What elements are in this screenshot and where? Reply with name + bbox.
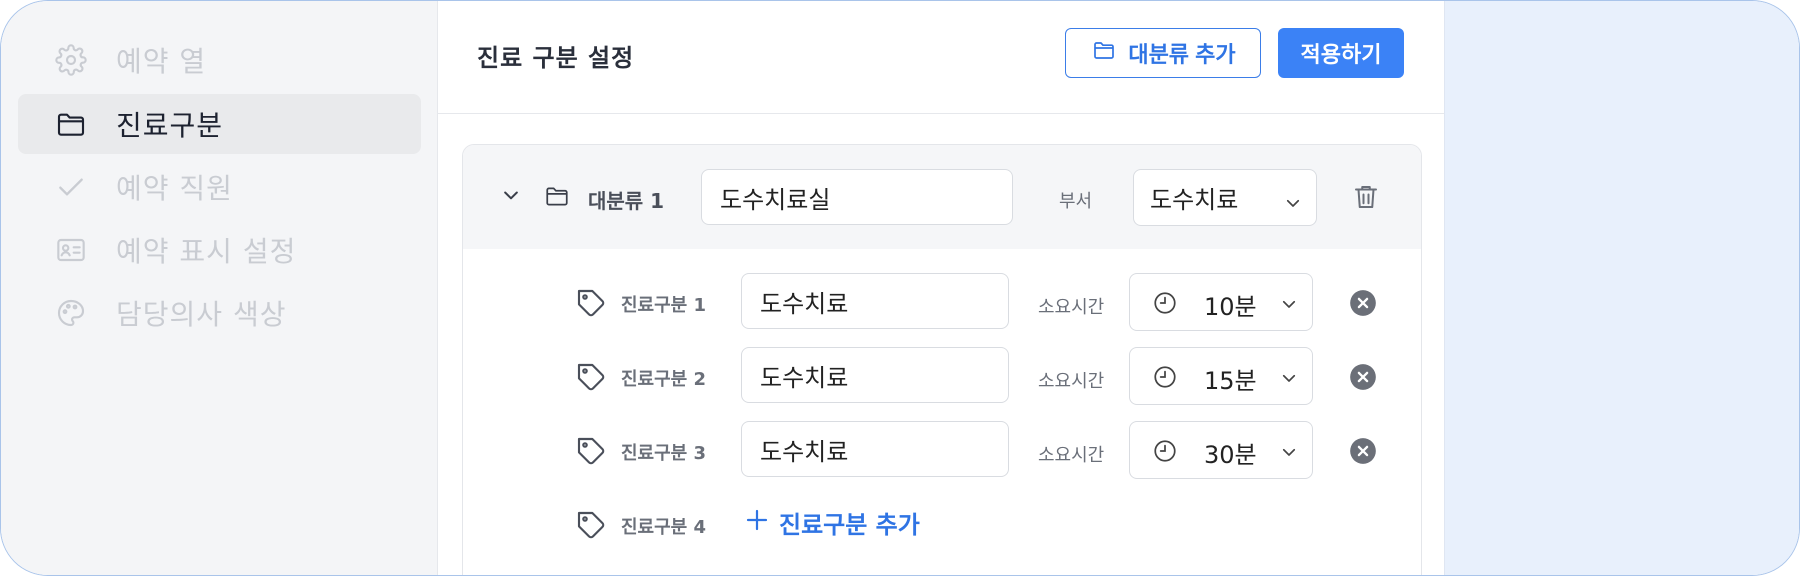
plus-icon [745,508,769,538]
main-content: 진료 구분 설정 대분류 추가 적용하기 대분류 1 도수치료실 부서 도수치료… [438,1,1444,575]
tag-icon [575,361,607,397]
duration-select[interactable]: 15분 [1129,347,1313,405]
duration-select[interactable]: 30분 [1129,421,1313,479]
add-treatment-row: 진료구분 4 진료구분 추가 [463,495,1421,555]
clock-icon [1152,290,1178,320]
treatment-name-value: 도수치료 [760,363,849,392]
chevron-down-icon[interactable] [501,185,521,209]
category-name-input[interactable]: 도수치료실 [701,169,1013,225]
clock-icon [1152,364,1178,394]
duration-value: 15분 [1204,367,1257,395]
treatment-row: 진료구분 3 도수치료 소요시간 30분 [463,421,1421,481]
sidebar-item-label: 예약 직원 [116,172,233,205]
add-treatment-label: 진료구분 추가 [779,511,920,539]
chevron-down-icon [1280,295,1298,317]
treatment-label: 진료구분 3 [621,443,707,464]
sidebar: 예약 열 진료구분 예약 직원 예약 표시 설정 담당의사 색상 [1,1,438,575]
clock-icon [1152,438,1178,468]
sidebar-item-label: 진료구분 [116,109,224,142]
sidebar-item-treatment-category[interactable]: 진료구분 [18,94,421,154]
department-value: 도수치료 [1150,186,1239,214]
department-select[interactable]: 도수치료 [1133,169,1317,226]
duration-label: 소요시간 [1038,371,1105,392]
category-label: 대분류 1 [588,189,665,213]
remove-icon[interactable] [1349,363,1377,395]
treatment-name-input[interactable]: 도수치료 [741,273,1009,329]
treatment-name-input[interactable]: 도수치료 [741,347,1009,403]
header: 진료 구분 설정 대분류 추가 적용하기 [438,1,1444,114]
check-icon [52,168,90,206]
add-treatment-button[interactable]: 진료구분 추가 [745,505,920,540]
treatment-name-value: 도수치료 [760,289,849,318]
tag-icon [575,287,607,323]
palette-icon [52,294,90,332]
sidebar-item-label: 담당의사 색상 [116,298,287,331]
treatment-row: 진료구분 2 도수치료 소요시간 15분 [463,347,1421,407]
treatment-label: 진료구분 1 [621,295,707,316]
page-title: 진료 구분 설정 [477,44,635,72]
category-header: 대분류 1 도수치료실 부서 도수치료 [463,145,1421,249]
remove-icon[interactable] [1349,289,1377,321]
apply-button[interactable]: 적용하기 [1278,28,1404,78]
tag-icon [575,509,607,545]
gear-icon [52,41,90,79]
id-card-icon [52,231,90,269]
duration-label: 소요시간 [1038,445,1105,466]
sidebar-item-reservation-columns[interactable]: 예약 열 [18,30,421,90]
folder-icon [542,183,572,213]
add-category-label: 대분류 추가 [1128,42,1236,67]
duration-value: 10분 [1204,293,1257,321]
duration-value: 30분 [1204,441,1257,469]
sidebar-item-display-settings[interactable]: 예약 표시 설정 [18,220,421,280]
folder-icon [1090,38,1118,68]
trash-icon[interactable] [1351,181,1381,217]
treatment-row: 진료구분 1 도수치료 소요시간 10분 [463,273,1421,333]
treatment-name-input[interactable]: 도수치료 [741,421,1009,477]
department-label: 부서 [1059,191,1093,212]
add-category-button[interactable]: 대분류 추가 [1065,28,1261,78]
chevron-down-icon [1280,443,1298,465]
treatment-label: 진료구분 2 [621,369,707,390]
duration-select[interactable]: 10분 [1129,273,1313,331]
sidebar-item-label: 예약 열 [116,45,207,78]
duration-label: 소요시간 [1038,297,1105,318]
category-card: 대분류 1 도수치료실 부서 도수치료 진료구분 1 도수치료 소요시간 10분… [462,144,1422,575]
tag-icon [575,435,607,471]
app-window: 예약 열 진료구분 예약 직원 예약 표시 설정 담당의사 색상 진료 구분 설… [0,0,1800,576]
folder-icon [52,105,90,143]
remove-icon[interactable] [1349,437,1377,469]
chevron-down-icon [1280,369,1298,391]
chevron-down-icon [1284,190,1302,218]
treatment-label: 진료구분 4 [621,517,707,538]
side-panel [1444,1,1799,575]
category-name-value: 도수치료실 [720,185,831,214]
treatment-name-value: 도수치료 [760,437,849,466]
sidebar-item-label: 예약 표시 설정 [116,235,297,268]
sidebar-item-reservation-staff[interactable]: 예약 직원 [18,157,421,217]
sidebar-item-doctor-color[interactable]: 담당의사 색상 [18,283,421,343]
